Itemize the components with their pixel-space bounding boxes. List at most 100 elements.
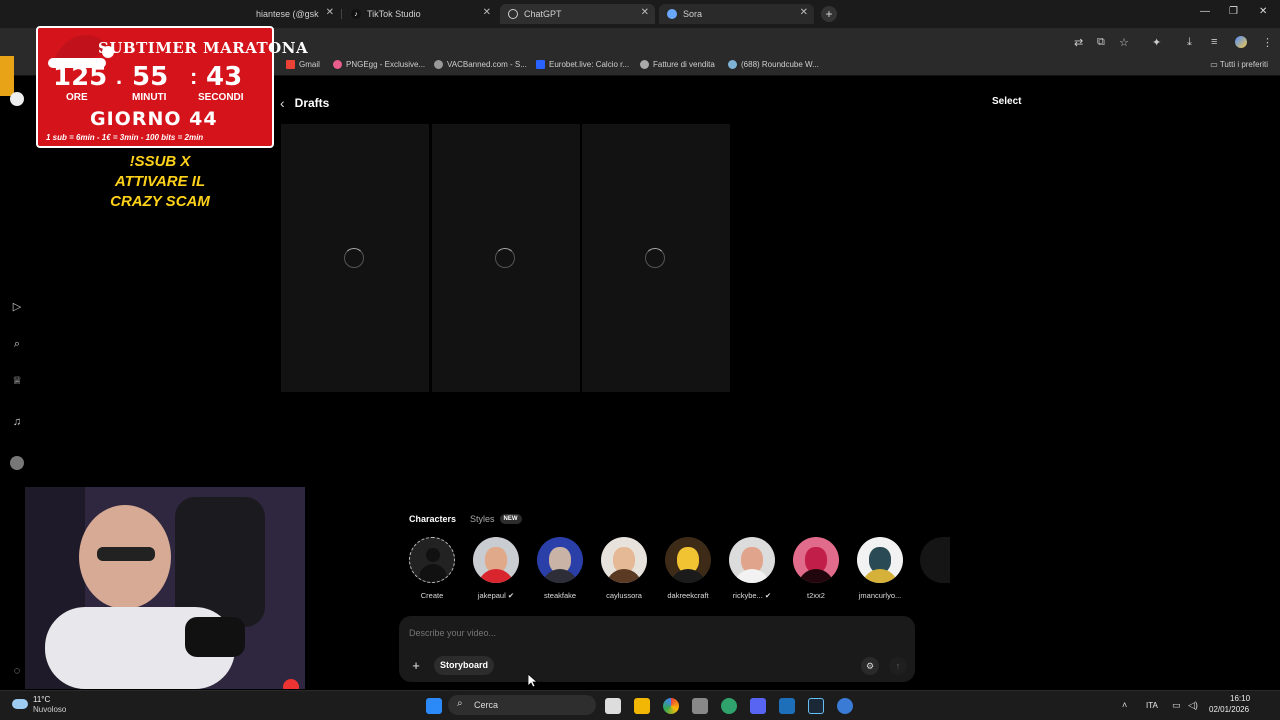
language-indicator[interactable]: ITA bbox=[1146, 701, 1158, 710]
promo-line: !SSUB X bbox=[129, 153, 191, 170]
verified-badge-icon: ✔ bbox=[507, 591, 515, 600]
character-jmancurlyo[interactable]: jmancurlyo... bbox=[848, 537, 912, 600]
taskbar-search[interactable]: ⌕ Cerca bbox=[448, 695, 596, 715]
storyboard-button[interactable]: Storyboard bbox=[434, 656, 495, 675]
bell-icon[interactable]: ♫ bbox=[10, 415, 24, 429]
clock-time[interactable]: 16:10 bbox=[1230, 694, 1250, 703]
drafts-header: ‹ Drafts bbox=[280, 95, 329, 111]
bookmark-roundcube[interactable]: (688) Roundcube W... bbox=[728, 60, 819, 69]
close-tab-icon[interactable]: ✕ bbox=[326, 7, 334, 18]
discord-icon[interactable] bbox=[750, 698, 766, 714]
install-app-icon[interactable]: ⧉ bbox=[1097, 36, 1105, 49]
new-tab-button[interactable]: + bbox=[821, 6, 837, 22]
timer-separator: : bbox=[190, 64, 198, 89]
menu-kebab-icon[interactable]: ⋮ bbox=[1262, 36, 1273, 49]
bookmark-fatture[interactable]: Fatture di vendita bbox=[640, 60, 715, 69]
bookmark-gmail[interactable]: Gmail bbox=[286, 60, 320, 69]
loading-spinner-icon bbox=[495, 248, 515, 268]
character-jakepaul[interactable]: jakepaul ✔ bbox=[464, 537, 528, 600]
tab-separator bbox=[341, 9, 342, 19]
timer-rates: 1 sub = 6min - 1€ = 3min - 100 bits = 2m… bbox=[46, 133, 204, 142]
character-partial[interactable] bbox=[912, 537, 976, 583]
timer-separator: . bbox=[116, 64, 123, 89]
restore-icon[interactable]: ❐ bbox=[1229, 6, 1238, 17]
describe-video-input[interactable] bbox=[409, 628, 809, 638]
clock-date[interactable]: 02/01/2026 bbox=[1209, 705, 1249, 714]
draft-card[interactable] bbox=[281, 124, 429, 392]
download-icon[interactable]: ⤓ bbox=[1187, 36, 1192, 49]
steam-icon[interactable] bbox=[808, 698, 824, 714]
tab-tiktok-studio[interactable]: ♪ TikTok Studio ✕ bbox=[343, 4, 497, 24]
tiktok-icon: ♪ bbox=[351, 9, 361, 19]
bookmark-eurobet[interactable]: Eurobet.live: Calcio r... bbox=[536, 60, 629, 69]
avatar bbox=[665, 537, 711, 583]
streamer-webcam-image bbox=[25, 487, 305, 689]
mouse-cursor-icon bbox=[528, 674, 538, 688]
close-tab-icon[interactable]: ✕ bbox=[800, 7, 808, 18]
tray-chevron-icon[interactable]: ˄ bbox=[1122, 700, 1127, 710]
chatgpt-icon bbox=[508, 9, 518, 19]
translate-icon[interactable]: ⇄ bbox=[1074, 36, 1083, 49]
globe-icon bbox=[434, 60, 443, 69]
video-icon[interactable]: ▷ bbox=[10, 300, 24, 314]
minimize-icon[interactable]: — bbox=[1200, 6, 1210, 17]
tab-chatgpt[interactable]: ChatGPT ✕ bbox=[500, 4, 655, 24]
character-name: t2xx2 bbox=[807, 591, 825, 600]
new-badge: NEW bbox=[499, 514, 522, 524]
select-button[interactable]: Select bbox=[984, 93, 1029, 110]
app-icon[interactable] bbox=[837, 698, 853, 714]
eurobet-icon bbox=[536, 60, 545, 69]
weather-description[interactable]: Nuvoloso bbox=[33, 705, 66, 714]
webcam-overlay bbox=[25, 487, 305, 689]
draft-card[interactable] bbox=[582, 124, 730, 392]
file-explorer-icon[interactable] bbox=[634, 698, 650, 714]
create-character-avatar bbox=[409, 537, 455, 583]
character-create[interactable]: Create bbox=[400, 537, 464, 600]
browser-tab-strip: hiantese (@gsk ✕ ♪ TikTok Studio ✕ ChatG… bbox=[0, 0, 1280, 28]
chrome-icon[interactable] bbox=[663, 698, 679, 714]
search-icon[interactable]: ⌕ bbox=[10, 337, 24, 351]
close-tab-icon[interactable]: ✕ bbox=[641, 7, 649, 18]
tab-threads[interactable]: hiantese (@gsk ✕ bbox=[248, 4, 340, 24]
bookmark-star-icon[interactable]: ☆ bbox=[1119, 36, 1129, 49]
app-icon[interactable] bbox=[779, 698, 795, 714]
back-chevron-icon[interactable]: ‹ bbox=[280, 95, 285, 111]
subtimer-overlay: SUBTIMER MARATONA 125 . 55 : 43 ORE MINU… bbox=[36, 26, 308, 148]
windows-start-icon[interactable] bbox=[426, 698, 442, 714]
draft-card[interactable] bbox=[432, 124, 580, 392]
character-steakfake[interactable]: steakfake bbox=[528, 537, 592, 600]
settings-icon[interactable]: ◌ bbox=[10, 664, 24, 678]
character-caylussora[interactable]: caylussora bbox=[592, 537, 656, 600]
profile-avatar[interactable] bbox=[1235, 36, 1247, 48]
close-window-icon[interactable]: ✕ bbox=[1259, 6, 1267, 17]
extensions-icon[interactable]: ✦ bbox=[1152, 36, 1161, 49]
task-view-icon[interactable] bbox=[605, 698, 621, 714]
bookmark-label: VACBanned.com - S... bbox=[447, 60, 527, 69]
character-t2xx2[interactable]: t2xx2 bbox=[784, 537, 848, 600]
character-rickybe[interactable]: rickybe... ✔ bbox=[720, 537, 784, 600]
close-tab-icon[interactable]: ✕ bbox=[483, 7, 491, 18]
add-attachment-button[interactable]: + bbox=[408, 658, 424, 674]
all-bookmarks-folder[interactable]: ▭ Tutti i preferiti bbox=[1210, 60, 1268, 69]
bookmark-pngegg[interactable]: PNGEgg - Exclusive... bbox=[333, 60, 425, 69]
tab-characters[interactable]: Characters bbox=[409, 514, 456, 524]
send-arrow-icon[interactable]: ↑ bbox=[889, 657, 907, 675]
volume-icon[interactable]: ◁) bbox=[1188, 700, 1198, 711]
trophy-icon[interactable]: ♕ bbox=[10, 374, 24, 388]
tab-styles[interactable]: Styles bbox=[470, 514, 495, 524]
pngegg-icon bbox=[333, 60, 342, 69]
bookmark-vacbanned[interactable]: VACBanned.com - S... bbox=[434, 60, 527, 69]
network-icon[interactable]: ▭ bbox=[1172, 700, 1181, 711]
media-icon[interactable]: ≡ bbox=[1211, 36, 1217, 48]
settings-sliders-icon[interactable]: ⚙ bbox=[861, 657, 879, 675]
tab-sora[interactable]: Sora ✕ bbox=[659, 4, 814, 24]
character-dakreekcraft[interactable]: dakreekcraft bbox=[656, 537, 720, 600]
profile-avatar-icon[interactable] bbox=[10, 456, 24, 470]
app-icon[interactable] bbox=[721, 698, 737, 714]
page-title: Drafts bbox=[294, 96, 330, 110]
weather-temperature[interactable]: 11°C bbox=[33, 695, 50, 704]
cloud-icon bbox=[12, 699, 28, 709]
app-icon[interactable] bbox=[692, 698, 708, 714]
minutes-label: MINUTI bbox=[132, 92, 167, 103]
search-icon: ⌕ bbox=[457, 698, 463, 709]
